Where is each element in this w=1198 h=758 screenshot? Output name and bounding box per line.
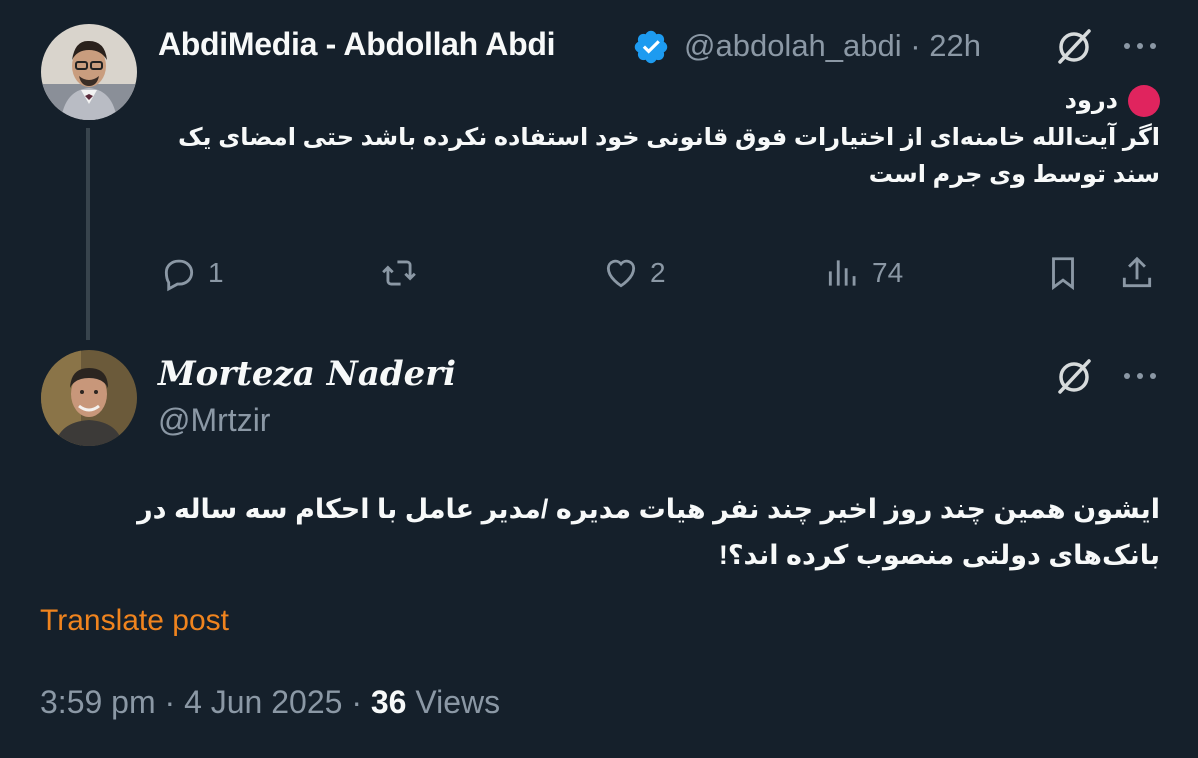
tweet-timestamp: 3:59 pm · 4 Jun 2025 · 36 Views xyxy=(40,684,501,720)
heart-icon xyxy=(606,259,636,288)
more-options-icon[interactable] xyxy=(1118,24,1162,68)
meta-separator: · xyxy=(910,28,921,63)
analytics-icon xyxy=(828,260,856,286)
views-button[interactable]: 74 xyxy=(824,254,903,292)
like-button[interactable]: 2 xyxy=(602,254,666,292)
views-label: Views xyxy=(415,684,501,720)
post-date[interactable]: 4 Jun 2025 xyxy=(184,684,342,720)
tweet-meta: @abdolah_abdi · 22h xyxy=(684,28,981,64)
bookmark-icon xyxy=(1052,257,1074,291)
reply-icon xyxy=(164,259,194,292)
more-options-icon[interactable] xyxy=(1118,354,1162,398)
author-handle[interactable]: @Mrtzir xyxy=(158,402,270,439)
greeting-line: درود xyxy=(160,82,1160,119)
action-bar: 1 2 74 xyxy=(0,250,1198,296)
author-name[interactable]: AbdiMedia - Abdollah Abdi xyxy=(158,26,556,63)
tweet-time[interactable]: 22h xyxy=(929,28,981,63)
translate-post-link[interactable]: Translate post xyxy=(40,604,229,638)
reply-button[interactable]: 1 xyxy=(160,254,224,292)
red-circle-emoji-icon xyxy=(1128,84,1160,117)
share-icon xyxy=(1122,256,1152,288)
view-count: 74 xyxy=(872,257,904,288)
post-time[interactable]: 3:59 pm xyxy=(40,684,156,720)
avatar-abdollah-abdi[interactable] xyxy=(41,24,137,120)
tweet-text: ایشون همین چند روز اخیر چند نفر هیات مدی… xyxy=(137,494,1160,570)
repost-icon xyxy=(382,260,416,286)
tweet-text: اگر آیت‌الله خامنه‌ای از اختیارات فوق قا… xyxy=(177,124,1160,188)
author-handle[interactable]: @abdolah_abdi xyxy=(684,28,902,63)
thread-line xyxy=(86,128,90,340)
like-count: 2 xyxy=(650,257,666,288)
author-name[interactable]: Morteza Naderi xyxy=(158,354,456,394)
repost-button[interactable] xyxy=(380,254,418,292)
bookmark-button[interactable] xyxy=(1044,254,1082,292)
tweet-body: درود اگر آیت‌الله خامنه‌ای از اختیارات ف… xyxy=(160,82,1160,193)
verified-badge-icon xyxy=(632,28,670,66)
reply-count: 1 xyxy=(208,257,224,288)
share-button[interactable] xyxy=(1118,254,1156,292)
views-count: 36 xyxy=(370,684,407,720)
greeting-text: درود xyxy=(1064,87,1118,114)
grok-icon[interactable] xyxy=(1052,24,1096,68)
avatar-morteza-naderi[interactable] xyxy=(41,350,137,446)
grok-icon[interactable] xyxy=(1052,354,1096,398)
